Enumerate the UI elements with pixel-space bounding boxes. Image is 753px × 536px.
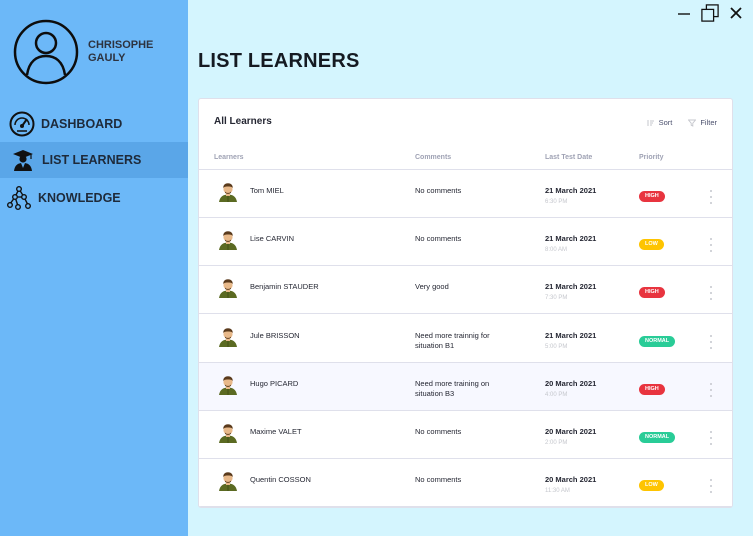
learner-avatar-icon [217,228,239,251]
sidebar: CHRISOPHE GAULY DASHBOARD LIST LEARNERS [0,0,188,536]
learner-name: Quentin COSSON [250,475,311,485]
last-test-date: 20 March 2021 [545,427,597,436]
graduate-icon [9,146,37,174]
learner-comment: Very good [415,282,449,292]
more-options-icon[interactable] [707,190,715,204]
sort-button[interactable]: Sort [647,118,673,127]
nav-list-learners-label: LIST LEARNERS [42,153,142,167]
nav-knowledge[interactable]: KNOWLEDGE [0,180,188,216]
more-options-icon[interactable] [707,286,715,301]
priority-badge: NORMAL [639,432,676,443]
priority-badge: NORMAL [639,335,676,347]
learner-avatar-icon [217,325,239,347]
learner-name: Maxime VALET [250,427,302,436]
table-row[interactable]: Jule BRISSON Need more trainnig for situa… [199,315,732,363]
learner-name: Lise CARVIN [250,234,295,244]
filter-label: Filter [700,118,717,127]
table-row[interactable]: Quentin COSSON No comments 20 March 2021 11… [199,459,732,507]
learner-comment: No comments [415,475,462,485]
last-test-time: 8:00 AM [545,247,568,254]
last-test-date: 20 March 2021 [545,475,597,485]
learner-comment: No comments [415,186,462,195]
sort-icon [647,119,654,126]
last-test-time: 6:30 PM [545,199,568,205]
priority-badge: LOW [639,480,664,492]
sort-label: Sort [658,118,673,127]
last-test-date: 21 March 2021 [545,330,597,340]
more-options-icon[interactable] [707,238,715,253]
last-test-time: 11:30 AM [545,488,570,495]
more-options-icon[interactable] [707,431,715,445]
table-row[interactable]: Benjamin STAUDER Very good 21 March 2021 7:… [199,266,732,315]
learners-card: All Learners Sort Filter Learners Commen… [198,98,733,508]
user-name: CHRISOPHE GAULY [88,39,154,64]
speedometer-icon [8,110,36,138]
window-controls [675,4,745,22]
priority-badge: HIGH [639,287,665,299]
more-options-icon[interactable] [707,334,715,349]
user-avatar-icon [13,19,79,85]
col-header-last-test-date[interactable]: Last Test Date [545,154,592,161]
learner-avatar-icon [217,373,239,395]
nav-knowledge-label: KNOWLEDGE [38,191,121,205]
nav-dashboard-label: DASHBOARD [41,117,123,131]
card-title: All Learners [214,116,272,127]
learner-name: Hugo PICARD [250,378,299,388]
card-actions: Sort Filter [647,118,717,127]
last-test-time: 5:00 PM [545,343,568,350]
restore-icon[interactable] [701,4,719,22]
learner-avatar-icon [217,276,239,299]
table-row[interactable]: Hugo PICARD Need more training on situati… [199,362,732,411]
col-header-comments[interactable]: Comments [415,154,451,161]
learner-comment: No comments [415,427,462,436]
more-options-icon[interactable] [707,382,715,397]
last-test-date: 21 March 2021 [545,186,597,195]
network-icon [5,184,33,212]
table-row[interactable]: Lise CARVIN No comments 21 March 2021 8:00 … [199,218,732,267]
last-test-date: 21 March 2021 [545,282,597,292]
user-profile[interactable]: CHRISOPHE GAULY [13,19,168,85]
filter-button[interactable]: Filter [688,118,717,127]
last-test-time: 7:30 PM [545,295,568,302]
learner-avatar-icon [217,421,239,443]
last-test-date: 20 March 2021 [545,378,597,388]
last-test-date: 21 March 2021 [545,234,597,244]
learner-comment: No comments [415,234,462,244]
col-header-priority[interactable]: Priority [639,154,664,161]
priority-badge: HIGH [639,383,665,395]
page-title: LIST LEARNERS [198,50,360,72]
learner-name: Jule BRISSON [250,330,300,340]
learner-avatar-icon [217,180,239,202]
priority-badge: HIGH [639,191,665,202]
nav-dashboard[interactable]: DASHBOARD [0,106,188,142]
learner-name: Benjamin STAUDER [250,282,319,292]
last-test-time: 4:00 PM [545,391,568,398]
filter-icon [688,119,697,127]
table-row[interactable]: Tom MIEL No comments 21 March 2021 6:30 PM H… [199,170,732,218]
learner-comment: Need more training on situation B3 [415,378,490,399]
minimize-icon[interactable] [675,4,693,22]
more-options-icon[interactable] [707,479,715,494]
learner-avatar-icon [217,469,239,492]
priority-badge: LOW [639,239,664,251]
learner-name: Tom MIEL [250,186,284,195]
table-row[interactable]: Maxime VALET No comments 20 March 2021 2:00… [199,411,732,459]
nav-list-learners[interactable]: LIST LEARNERS [0,142,188,178]
last-test-time: 2:00 PM [545,440,568,446]
learner-comment: Need more trainnig for situation B1 [415,330,490,351]
col-header-learners[interactable]: Learners [214,154,244,161]
close-icon[interactable] [727,4,745,22]
